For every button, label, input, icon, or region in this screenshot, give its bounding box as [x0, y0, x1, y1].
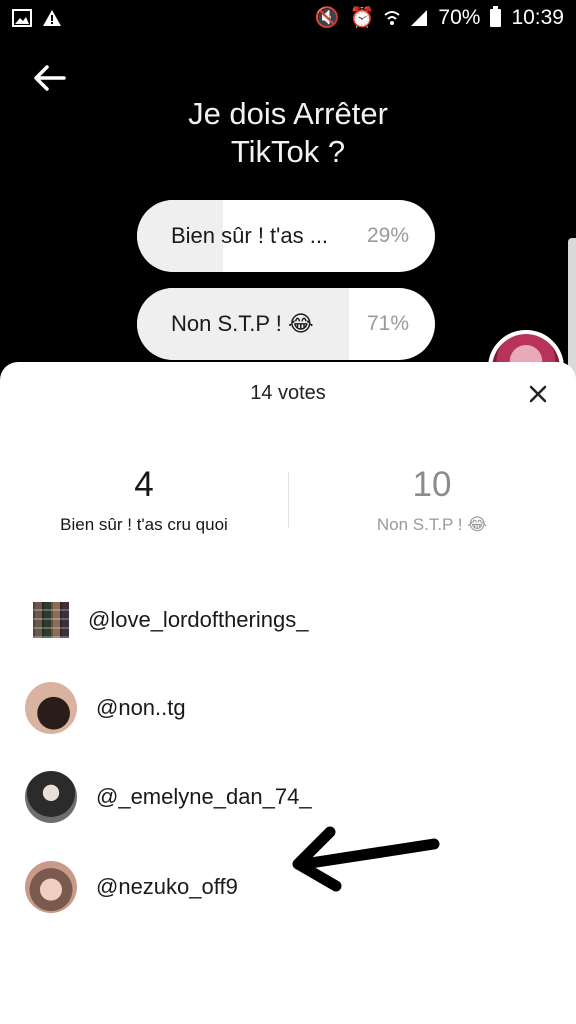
arrow-left-icon: [34, 65, 66, 91]
battery-percent: 70%: [438, 6, 481, 29]
poll-option-label: Bien sûr ! t'as ...: [171, 223, 329, 248]
close-icon: [529, 385, 547, 403]
votes-count-title: 14 votes: [250, 382, 326, 404]
close-button[interactable]: [524, 380, 552, 408]
back-button[interactable]: [30, 58, 70, 98]
tab-vote-count: 10: [412, 465, 452, 504]
battery-icon: [490, 6, 502, 27]
status-right-icons: 🔇 ⏰ 70% 10:39: [315, 6, 564, 30]
tab-option-1[interactable]: 4 Bien sûr ! t'as cru quoi: [0, 464, 288, 535]
status-bar: 🔇 ⏰ 70% 10:39: [0, 0, 576, 36]
image-icon: [12, 9, 32, 27]
status-left-icons: [12, 9, 62, 27]
avatar: [25, 682, 77, 734]
avatar: [25, 771, 77, 823]
poll-option-2[interactable]: Non S.T.P ! 😂 71%: [137, 288, 435, 360]
poll-option-1[interactable]: Bien sûr ! t'as ... 29%: [137, 200, 435, 272]
poll-option-label: Non S.T.P ! 😂: [171, 311, 314, 336]
voter-row[interactable]: @love_lordoftherings_: [25, 594, 308, 646]
voter-row[interactable]: @_emelyne_dan_74_: [25, 771, 312, 823]
tab-label: Bien sûr ! t'as cru quoi: [60, 515, 228, 534]
arrow-annotation-icon: [288, 822, 444, 896]
mute-icon: 🔇: [314, 7, 340, 29]
wifi-icon: [384, 11, 401, 25]
votes-sheet: 14 votes 4 Bien sûr ! t'as cru quoi 10 N…: [0, 362, 576, 1024]
voter-username: @_emelyne_dan_74_: [96, 784, 312, 809]
tab-option-2[interactable]: 10 Non S.T.P ! 😂: [288, 464, 576, 535]
tab-vote-count: 4: [134, 465, 154, 504]
voter-row[interactable]: @nezuko_off9: [25, 861, 238, 913]
clock-time: 10:39: [511, 6, 564, 29]
warning-icon: [43, 10, 61, 26]
alarm-icon: ⏰: [349, 7, 375, 29]
avatar: [25, 861, 77, 913]
voter-username: @nezuko_off9: [96, 874, 238, 899]
voter-username: @non..tg: [96, 695, 186, 720]
voter-username: @love_lordoftherings_: [88, 607, 309, 632]
voter-row[interactable]: @non..tg: [25, 682, 186, 734]
tab-label: Non S.T.P ! 😂: [376, 515, 488, 534]
avatar: [33, 602, 69, 638]
poll-option-percent: 71%: [366, 312, 409, 335]
signal-icon: [411, 10, 428, 26]
poll-option-percent: 29%: [366, 224, 409, 247]
poll-question: Je dois Arrêter TikTok ?: [188, 96, 388, 169]
